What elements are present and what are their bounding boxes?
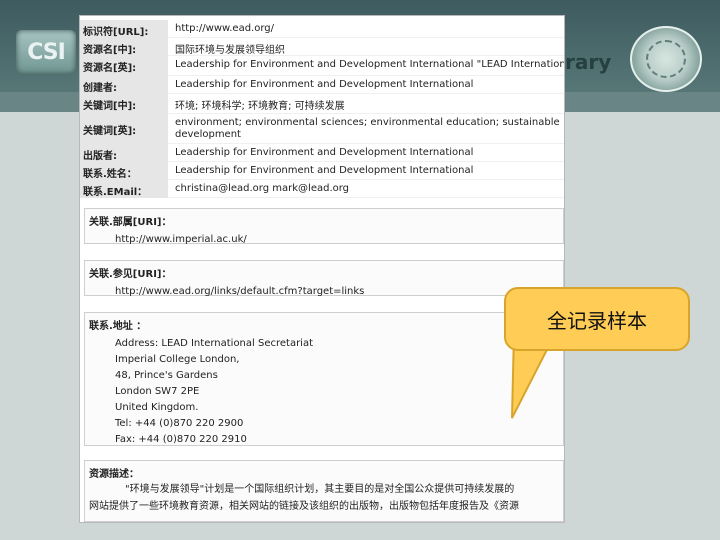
related-ref-box: 关联.参见[URI]： http://www.ead.org/links/def… <box>84 260 564 297</box>
field-label: 出版者: <box>80 144 168 162</box>
field-value: 环境; 环境科学; 环境教育; 可持续发展 <box>168 94 564 114</box>
related-part-link[interactable]: http://www.imperial.ac.uk/ <box>85 228 563 245</box>
field-row-contact-email: 联系.EMail： christina@lead.org mark@lead.o… <box>80 180 564 198</box>
field-label: 资源名[中]: <box>80 38 168 56</box>
field-row-publisher: 出版者: Leadership for Environment and Deve… <box>80 144 564 162</box>
related-ref-link[interactable]: http://www.ead.org/links/default.cfm?tar… <box>85 280 563 297</box>
csi-logo: CSI <box>16 30 76 74</box>
description-line: 网站提供了一些环境教育资源，相关网站的链接及该组织的出版物，出版物包括年度报告及… <box>89 501 519 512</box>
field-label: 联系.EMail： <box>80 180 168 198</box>
sample-callout: 全记录样本 <box>504 287 690 351</box>
field-value: environment; environmental sciences; env… <box>168 114 564 144</box>
field-row-contact-name: 联系.姓名： Leadership for Environment and De… <box>80 162 564 180</box>
field-value: Leadership for Environment and Developme… <box>168 144 564 162</box>
library-logo-text: rary <box>565 50 612 74</box>
field-value-url[interactable]: http://www.ead.org/ <box>168 20 564 38</box>
description-box: 资源描述： "环境与发展领导"计划是一个国际组织计划，其主要目的是对全国公众提供… <box>84 460 564 522</box>
field-value: Leadership for Environment and Developme… <box>168 56 564 76</box>
field-value-email[interactable]: christina@lead.org mark@lead.org <box>168 180 564 198</box>
seal-logo-icon <box>630 26 702 92</box>
description-line: "环境与发展领导"计划是一个国际组织计划，其主要目的是对全国公众提供可持续发展的 <box>125 484 515 495</box>
address-line: Address: LEAD International Secretariat <box>115 338 314 349</box>
field-row-title-en: 资源名[英]: Leadership for Environment and D… <box>80 56 564 76</box>
address-line: London SW7 2PE <box>115 386 200 397</box>
callout-text: 全记录样本 <box>547 308 647 333</box>
related-ref-label: 关联.参见[URI]： <box>89 269 172 280</box>
field-label: 创建者: <box>80 76 168 94</box>
field-label: 资源名[英]: <box>80 56 168 76</box>
address-line: United Kingdom. <box>115 402 199 413</box>
description-label: 资源描述： <box>89 469 139 480</box>
address-line: Imperial College London, <box>115 354 240 365</box>
address-line: Fax: +44 (0)870 220 2910 <box>115 434 247 445</box>
address-line: 48, Prince's Gardens <box>115 370 218 381</box>
address-label: 联系.地址 ： <box>89 321 147 332</box>
field-row-keywords-en: 关键词[英]: environment; environmental scien… <box>80 114 564 144</box>
field-value: Leadership for Environment and Developme… <box>168 162 564 180</box>
field-label: 关键词[中]: <box>80 94 168 114</box>
field-row-creator: 创建者: Leadership for Environment and Deve… <box>80 76 564 94</box>
field-label: 标识符[URL]: <box>80 20 168 38</box>
address-box: 联系.地址 ： Address: LEAD International Secr… <box>84 312 564 446</box>
field-row-keywords-zh: 关键词[中]: 环境; 环境科学; 环境教育; 可持续发展 <box>80 94 564 114</box>
field-value: 国际环境与发展领导组织 <box>168 38 564 56</box>
field-value: Leadership for Environment and Developme… <box>168 76 564 94</box>
related-part-box: 关联.部属[URI]： http://www.imperial.ac.uk/ <box>84 208 564 245</box>
field-row-url: 标识符[URL]: http://www.ead.org/ <box>80 20 564 38</box>
field-label: 联系.姓名： <box>80 162 168 180</box>
address-line: Tel: +44 (0)870 220 2900 <box>115 418 244 429</box>
record-screenshot: 标识符[URL]: http://www.ead.org/ 资源名[中]: 国际… <box>80 16 564 522</box>
related-part-label: 关联.部属[URI]： <box>89 217 172 228</box>
field-row-title-zh: 资源名[中]: 国际环境与发展领导组织 <box>80 38 564 56</box>
field-label: 关键词[英]: <box>80 114 168 144</box>
